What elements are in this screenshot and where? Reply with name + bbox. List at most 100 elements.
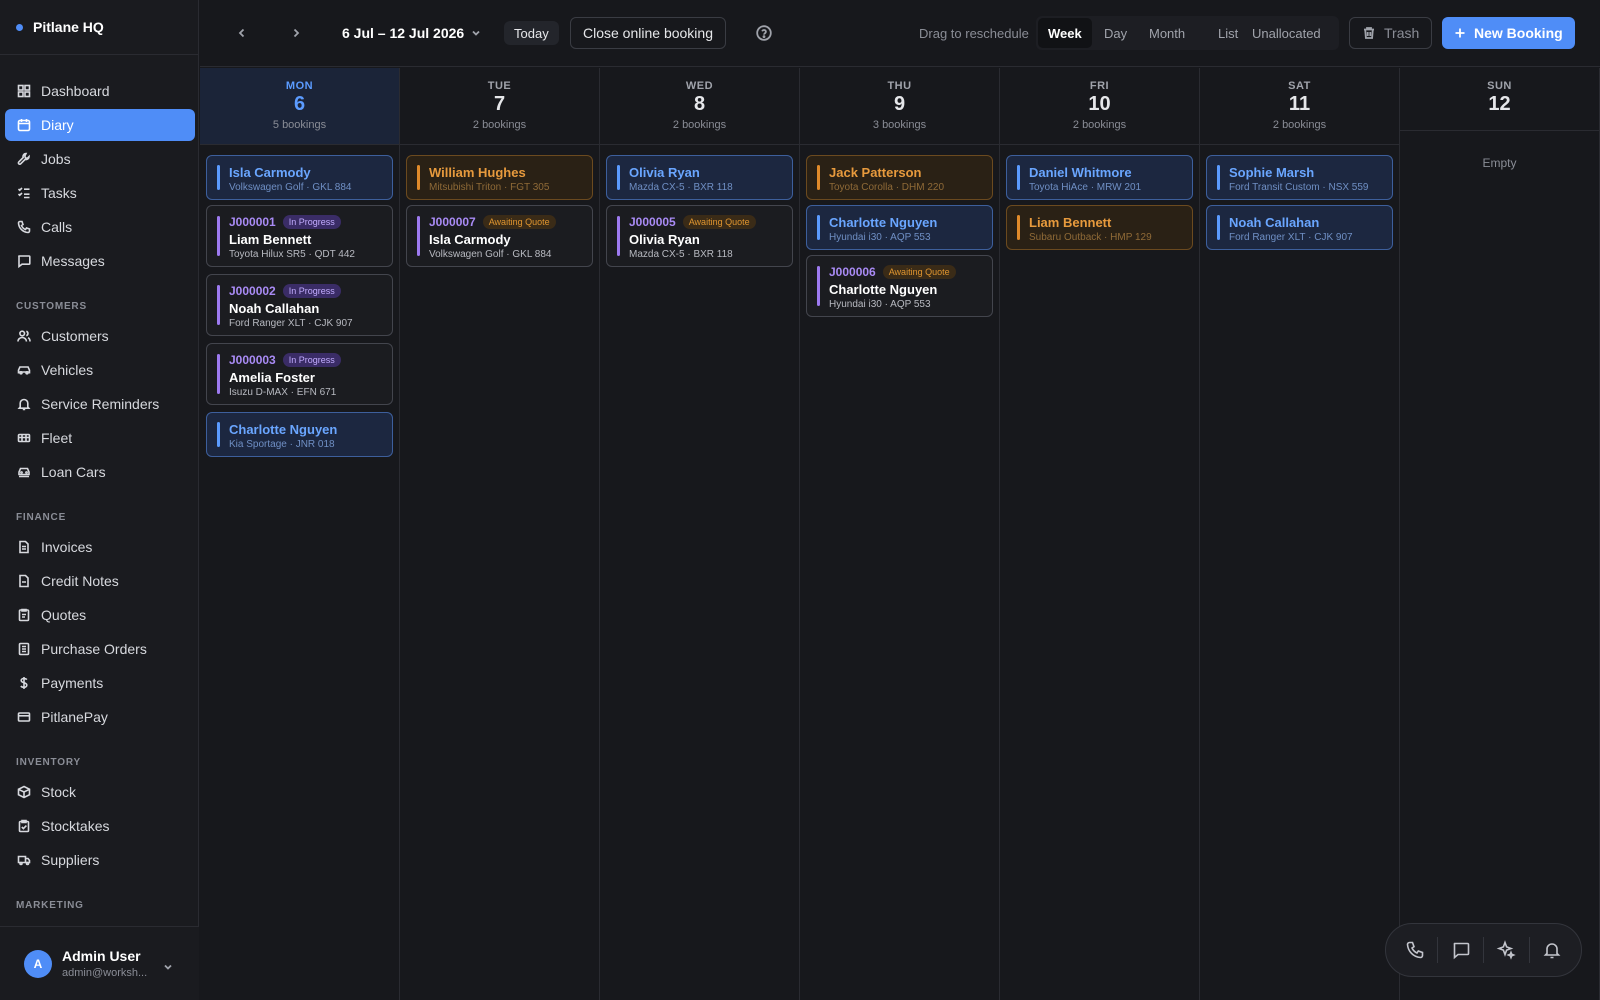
sidebar-item-label: Stocktakes [41, 818, 110, 834]
booking-count: 2 bookings [1272, 119, 1327, 131]
brand[interactable]: Pitlane HQ [0, 0, 198, 55]
sidebar-item-vehicles[interactable]: Vehicles [5, 354, 195, 386]
phone-icon[interactable] [1400, 935, 1430, 965]
day-header[interactable]: MON 6 5 bookings [200, 68, 399, 145]
prev-week-button[interactable] [232, 17, 252, 49]
sidebar-section-customers: CUSTOMERS [16, 301, 87, 312]
day-number: 12 [1488, 93, 1511, 115]
day-header[interactable]: SUN 12 [1400, 68, 1599, 131]
booking-card[interactable]: Noah Callahan Ford Ranger XLT · CJK 907 [1206, 205, 1393, 250]
sidebar-item-customers[interactable]: Customers [5, 320, 195, 352]
job-card[interactable]: J000001 In Progress Liam Bennett Toyota Hil… [206, 205, 393, 267]
sidebar-item-label: Stock [41, 784, 77, 800]
date-range-picker[interactable]: 6 Jul – 12 Jul 2026 [342, 17, 481, 49]
booking-card[interactable]: Jack Patterson Toyota Corolla · DHM 220 [806, 155, 993, 200]
sidebar-item-diary[interactable]: Diary [5, 109, 195, 141]
chevron-down-icon[interactable] [163, 959, 173, 970]
job-card[interactable]: J000006 Awaiting Quote Charlotte Nguyen Hyu… [806, 255, 993, 317]
card-icon [17, 710, 31, 724]
sidebar-item-invoices[interactable]: Invoices [5, 531, 195, 563]
sidebar-item-credit-notes[interactable]: Credit Notes [5, 565, 195, 597]
dollar-icon [17, 676, 31, 690]
tab-day[interactable]: Day [1094, 18, 1137, 48]
booking-count: 2 bookings [672, 119, 727, 131]
booking-card[interactable]: William Hughes Mitsubishi Triton · FGT 30… [406, 155, 593, 200]
customer-name: Charlotte Nguyen [829, 215, 938, 230]
job-number: J000006 [829, 265, 876, 279]
phone-icon [17, 220, 31, 234]
sidebar-item-suppliers[interactable]: Suppliers [5, 844, 195, 876]
sparkles-icon[interactable] [1491, 935, 1521, 965]
day-number: 7 [493, 93, 506, 115]
customer-name: Olivia Ryan [629, 165, 700, 180]
vehicle-details: Ford Transit Custom · NSX 559 [1229, 182, 1369, 193]
sidebar-item-label: Vehicles [41, 362, 94, 378]
day-column-fri: FRI 10 2 bookings Daniel Whitmore Toyota HiA… [1000, 68, 1200, 1000]
sidebar-item-label: Quotes [41, 607, 87, 623]
job-card[interactable]: J000002 In Progress Noah Callahan Ford Rang… [206, 274, 393, 336]
close-online-booking-button[interactable]: Close online booking [570, 17, 726, 49]
sidebar-section-inventory: INVENTORY [16, 757, 81, 768]
quick-actions-dock [1385, 923, 1582, 977]
booking-card[interactable]: Olivia Ryan Mazda CX-5 · BXR 118 [606, 155, 793, 200]
customer-name: Sophie Marsh [1229, 165, 1315, 180]
trash-icon [1364, 27, 1374, 39]
job-card[interactable]: J000007 Awaiting Quote Isla Carmody Volkswa… [406, 205, 593, 267]
day-header[interactable]: FRI 10 2 bookings [1000, 68, 1199, 145]
tab-week[interactable]: Week [1038, 18, 1092, 48]
user-name: Admin User [62, 948, 141, 964]
help-icon[interactable] [755, 17, 773, 49]
job-number: J000003 [229, 353, 276, 367]
day-name: SAT [1288, 80, 1311, 92]
booking-count: 2 bookings [472, 119, 527, 131]
booking-card[interactable]: Charlotte Nguyen Hyundai i30 · AQP 553 [806, 205, 993, 250]
sidebar-item-pitlanepay[interactable]: PitlanePay [5, 701, 195, 733]
sidebar-item-quotes[interactable]: Quotes [5, 599, 195, 631]
booking-card[interactable]: Liam Bennett Subaru Outback · HMP 129 [1006, 205, 1193, 250]
customer-name: Liam Bennett [1029, 215, 1112, 230]
user-menu[interactable]: A Admin User admin@worksh... [0, 926, 199, 1000]
box-icon [17, 785, 31, 799]
tab-unallocated[interactable]: Unallocated [1242, 18, 1331, 48]
sidebar-item-tasks[interactable]: Tasks [5, 177, 195, 209]
sidebar-item-stocktakes[interactable]: Stocktakes [5, 810, 195, 842]
next-week-button[interactable] [286, 17, 306, 49]
day-name: THU [887, 80, 912, 92]
sidebar-item-calls[interactable]: Calls [5, 211, 195, 243]
day-header[interactable]: SAT 11 2 bookings [1200, 68, 1399, 145]
sidebar-item-jobs[interactable]: Jobs [5, 143, 195, 175]
job-card[interactable]: J000005 Awaiting Quote Olivia Ryan Mazda CX… [606, 205, 793, 267]
dock-divider [1528, 937, 1530, 963]
day-header[interactable]: WED 8 2 bookings [600, 68, 799, 145]
today-button[interactable]: Today [504, 21, 559, 45]
vehicle-details: Toyota Corolla · DHM 220 [829, 182, 945, 193]
new-booking-button[interactable]: New Booking [1442, 17, 1575, 49]
chat-icon[interactable] [1446, 935, 1476, 965]
sidebar-item-stock[interactable]: Stock [5, 776, 195, 808]
customer-name: Daniel Whitmore [1029, 165, 1132, 180]
sidebar-item-dashboard[interactable]: Dashboard [5, 75, 195, 107]
sidebar-item-messages[interactable]: Messages [5, 245, 195, 277]
sidebar-item-service-reminders[interactable]: Service Reminders [5, 388, 195, 420]
day-header[interactable]: THU 9 3 bookings [800, 68, 999, 145]
day-header[interactable]: TUE 7 2 bookings [400, 68, 599, 145]
booking-card[interactable]: Charlotte Nguyen Kia Sportage · JNR 018 [206, 412, 393, 457]
sidebar-item-fleet[interactable]: Fleet [5, 422, 195, 454]
sidebar-section-finance: FINANCE [16, 512, 67, 523]
booking-card[interactable]: Sophie Marsh Ford Transit Custom · NSX 55… [1206, 155, 1393, 200]
users-icon [17, 329, 31, 343]
job-card[interactable]: J000003 In Progress Amelia Foster Isuzu D-M… [206, 343, 393, 405]
day-column-sat: SAT 11 2 bookings Sophie Marsh Ford Transit … [1200, 68, 1400, 1000]
tab-month[interactable]: Month [1139, 18, 1195, 48]
booking-count: 2 bookings [1072, 119, 1127, 131]
invoice-icon [17, 540, 31, 554]
customer-name: Liam Bennett [229, 232, 312, 247]
bell-icon[interactable] [1537, 935, 1567, 965]
booking-card[interactable]: Isla Carmody Volkswagen Golf · GKL 884 [206, 155, 393, 200]
trash-button[interactable]: Trash [1349, 17, 1433, 49]
sidebar-item-payments[interactable]: Payments [5, 667, 195, 699]
credit-note-icon [17, 574, 31, 588]
sidebar-item-purchase-orders[interactable]: Purchase Orders [5, 633, 195, 665]
sidebar-item-loan-cars[interactable]: Loan Cars [5, 456, 195, 488]
booking-card[interactable]: Daniel Whitmore Toyota HiAce · MRW 201 [1006, 155, 1193, 200]
